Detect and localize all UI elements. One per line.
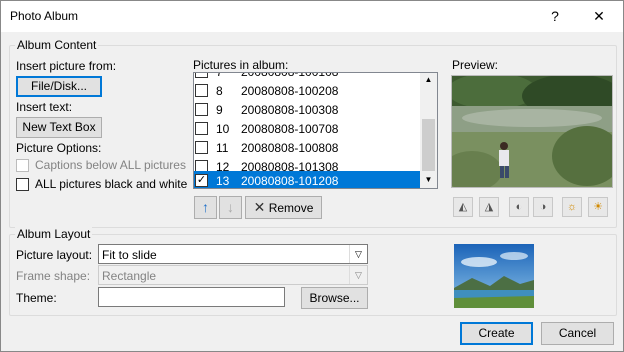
brightness-up-icon[interactable]: ☼ [562,197,582,217]
list-item-checkbox[interactable] [195,84,208,97]
new-text-box-button[interactable]: New Text Box [16,117,102,138]
list-item-checkbox[interactable] [195,122,208,135]
pictures-listbox[interactable]: 7 20080808-100108 8 20080808-100208 9 20… [193,72,438,189]
chevron-down-icon: ▽ [349,266,367,284]
captions-below-checkbox[interactable] [16,159,29,172]
theme-input[interactable] [98,287,285,307]
list-item-checkbox[interactable] [195,73,208,78]
title-bar: Photo Album ? ✕ [1,1,623,32]
x-icon: ✕ [253,199,266,215]
list-item-checkbox[interactable] [195,103,208,116]
black-white-checkbox[interactable] [16,178,29,191]
insert-picture-from-label: Insert picture from: [16,59,117,73]
browse-button[interactable]: Browse... [301,287,368,309]
file-disk-button[interactable]: File/Disk... [16,76,102,97]
list-item-selected[interactable]: ✓ 13 20080808-101208 [194,171,420,188]
preview-image [451,75,613,188]
picture-layout-select[interactable]: Fit to slide ▽ [98,244,368,264]
album-layout-legend: Album Layout [15,227,93,241]
list-item[interactable]: 10 20080808-100708 [194,119,420,138]
list-item-checkbox[interactable] [195,141,208,154]
move-up-button[interactable]: ↑ [194,196,217,219]
frame-shape-select[interactable]: Rectangle ▽ [98,265,368,285]
contrast-up-icon[interactable]: ◐ [509,197,529,217]
photo-album-dialog: Photo Album ? ✕ Album Content Insert pic… [0,0,624,352]
album-content-legend: Album Content [15,38,99,52]
scroll-up-icon[interactable]: ▲ [420,73,437,87]
window-title: Photo Album [10,9,79,23]
scroll-down-icon[interactable]: ▼ [420,173,437,187]
cancel-button[interactable]: Cancel [541,322,614,345]
chevron-down-icon: ▽ [349,245,367,263]
brightness-down-icon[interactable]: ☀ [588,197,608,217]
list-item[interactable]: 8 20080808-100208 [194,81,420,100]
arrow-down-icon: ↓ [227,199,234,215]
scroll-thumb[interactable] [422,119,435,171]
captions-below-label: Captions below ALL pictures [35,158,186,172]
picture-options-label: Picture Options: [16,141,102,155]
checkmark-icon[interactable]: ✓ [195,174,208,187]
list-item[interactable]: 9 20080808-100308 [194,100,420,119]
remove-button[interactable]: ✕ Remove [245,196,322,219]
black-white-label: ALL pictures black and white [35,177,188,191]
pictures-in-album-label: Pictures in album: [193,58,289,72]
list-item[interactable]: 7 20080808-100108 [194,73,420,81]
list-scrollbar[interactable]: ▲ ▼ [420,73,437,188]
frame-shape-label: Frame shape: [16,269,91,283]
arrow-up-icon: ↑ [202,199,209,215]
rotate-left-icon[interactable]: ◭ [453,197,473,217]
theme-label: Theme: [16,291,57,305]
contrast-down-icon[interactable]: ◑ [533,197,553,217]
layout-preview-image [454,244,534,308]
close-button[interactable]: ✕ [579,1,619,32]
rotate-right-icon[interactable]: ◮ [479,197,499,217]
insert-text-label: Insert text: [16,100,73,114]
preview-label: Preview: [452,58,499,72]
move-down-button[interactable]: ↓ [219,196,242,219]
picture-layout-label: Picture layout: [16,248,93,262]
help-button[interactable]: ? [535,1,575,32]
create-button[interactable]: Create [460,322,533,345]
list-item[interactable]: 11 20080808-100808 [194,138,420,157]
